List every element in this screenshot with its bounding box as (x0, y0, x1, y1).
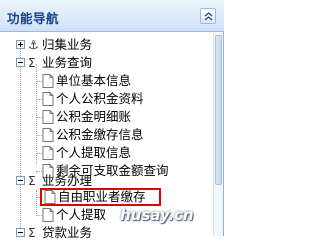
collapse-toggle[interactable] (16, 228, 25, 237)
collapse-panel-button[interactable] (200, 8, 216, 24)
document-icon (42, 110, 54, 124)
watermark-text: husay.cn (120, 206, 194, 224)
sigma-icon: Σ (28, 56, 36, 70)
double-chevron-up-icon (204, 12, 213, 21)
tree-node-label: 业务查询 (42, 55, 93, 70)
tree-leaf-danwei-jiben-xinxi[interactable]: 单位基本信息 (0, 72, 210, 90)
function-navigation-panel: 功能导航 ⚓ 归集业务 Σ 业务查询 单位基本信息 个人公积金资料 公积金明细账… (0, 0, 224, 240)
tree-node-label: 个人公积金资料 (56, 91, 144, 106)
tree-node-guiji-yewu[interactable]: ⚓ 归集业务 (0, 36, 210, 54)
document-icon (42, 74, 54, 88)
scrollbar-thumb[interactable] (215, 35, 222, 185)
document-icon (42, 208, 54, 222)
selection-highlight-box (40, 188, 161, 206)
document-icon (42, 92, 54, 106)
vertical-scrollbar[interactable] (213, 33, 223, 236)
panel-title: 功能导航 (7, 11, 60, 26)
collapse-toggle[interactable] (16, 176, 25, 185)
tree-leaf-gongjijin-jiaocun-xinxi[interactable]: 公积金缴存信息 (0, 126, 210, 144)
tree-node-yewu-chaxun[interactable]: Σ 业务查询 (0, 54, 210, 72)
tree-node-label: 贷款业务 (42, 225, 93, 240)
anchor-icon: ⚓ (28, 38, 39, 52)
tree-node-label: 单位基本信息 (56, 73, 132, 88)
panel-header: 功能导航 (0, 0, 224, 32)
tree-node-daikuan-yewu[interactable]: Σ 贷款业务 (0, 224, 210, 242)
collapse-toggle[interactable] (16, 58, 25, 67)
tree-node-label: 个人提取 (56, 207, 107, 222)
expand-toggle[interactable] (16, 40, 25, 49)
tree-leaf-geren-gongjijin-ziliao[interactable]: 个人公积金资料 (0, 90, 210, 108)
tree-leaf-geren-tiqu-xinxi[interactable]: 个人提取信息 (0, 144, 210, 162)
tree-node-label: 公积金缴存信息 (56, 127, 144, 142)
tree-leaf-gongjijin-mingxizhang[interactable]: 公积金明细账 (0, 108, 210, 126)
tree-node-label: 个人提取信息 (56, 145, 132, 160)
sigma-icon: Σ (28, 226, 36, 240)
document-icon (42, 128, 54, 142)
tree-node-label: 公积金明细账 (56, 109, 132, 124)
document-icon (42, 146, 54, 160)
tree-node-label: 归集业务 (42, 37, 93, 52)
